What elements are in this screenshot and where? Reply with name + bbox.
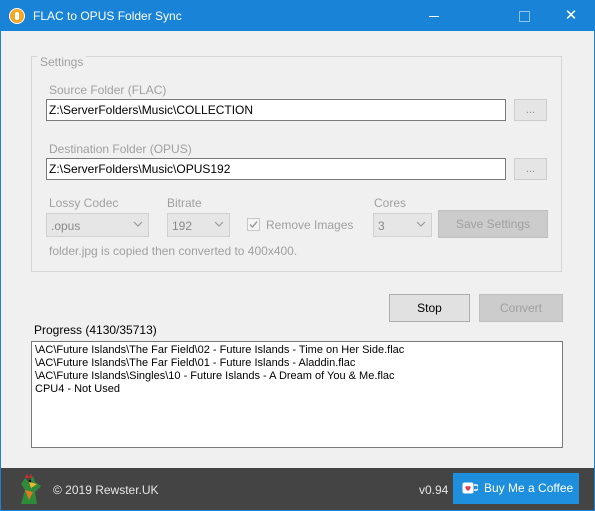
- source-browse-button[interactable]: ...: [514, 99, 547, 121]
- checkmark-icon: [249, 221, 258, 229]
- minimize-icon: [429, 16, 439, 17]
- log-line: \AC\Future Islands\The Far Field\02 - Fu…: [35, 344, 405, 356]
- version-text: v0.94: [419, 483, 449, 497]
- stop-button[interactable]: Stop: [389, 294, 470, 322]
- bitrate-select[interactable]: 192: [167, 213, 230, 237]
- coffee-cup-icon: [462, 482, 478, 494]
- folder-image-note: folder.jpg is copied then converted to 4…: [49, 244, 298, 258]
- source-folder-input[interactable]: Z:\ServerFolders\Music\COLLECTION: [46, 99, 506, 121]
- rooster-logo-icon: [21, 473, 41, 504]
- title-bar[interactable]: FLAC to OPUS Folder Sync ✕: [1, 1, 594, 31]
- close-icon: ✕: [564, 7, 578, 24]
- copyright-text: © 2019 Rewster.UK: [53, 483, 159, 497]
- chevron-down-icon: [133, 221, 143, 227]
- log-line: \AC\Future Islands\Singles\10 - Future I…: [35, 370, 395, 382]
- cores-select[interactable]: 3: [373, 213, 432, 237]
- chevron-down-icon: [416, 221, 426, 227]
- save-settings-button[interactable]: Save Settings: [438, 210, 548, 238]
- settings-legend: Settings: [37, 55, 87, 69]
- source-folder-label: Source Folder (FLAC): [49, 83, 167, 97]
- maximize-icon: [519, 11, 530, 22]
- progress-label: Progress (4130/35713): [34, 323, 157, 337]
- remove-images-label: Remove Images: [266, 218, 354, 232]
- minimize-button[interactable]: [411, 1, 457, 31]
- lossy-codec-value: .opus: [51, 219, 81, 233]
- window-title: FLAC to OPUS Folder Sync: [33, 9, 182, 23]
- bitrate-label: Bitrate: [167, 196, 202, 210]
- convert-button[interactable]: Convert: [479, 294, 563, 322]
- cores-value: 3: [378, 219, 385, 233]
- lossy-codec-select[interactable]: .opus: [46, 213, 149, 237]
- chevron-down-icon: [214, 221, 224, 227]
- footer-bar: © 2019 Rewster.UK v0.94 Buy Me a Coffee: [1, 468, 594, 510]
- destination-browse-button[interactable]: ...: [514, 158, 547, 180]
- maximize-button: [501, 1, 547, 31]
- app-window: FLAC to OPUS Folder Sync ✕ Settings Sour…: [0, 0, 595, 511]
- destination-folder-label: Destination Folder (OPUS): [49, 142, 192, 156]
- coffee-button-label: Buy Me a Coffee: [484, 481, 574, 495]
- buy-me-a-coffee-button[interactable]: Buy Me a Coffee: [453, 473, 579, 504]
- log-line: \AC\Future Islands\The Far Field\01 - Fu…: [35, 357, 356, 369]
- close-button[interactable]: ✕: [548, 1, 594, 31]
- progress-log[interactable]: \AC\Future Islands\The Far Field\02 - Fu…: [31, 341, 563, 448]
- cores-label: Cores: [374, 196, 407, 210]
- bitrate-value: 192: [172, 219, 193, 233]
- remove-images-checkbox[interactable]: [247, 218, 260, 231]
- log-line: CPU4 - Not Used: [35, 383, 120, 395]
- lossy-codec-label: Lossy Codec: [49, 196, 119, 210]
- app-icon: [9, 8, 25, 24]
- destination-folder-input[interactable]: Z:\ServerFolders\Music\OPUS192: [46, 158, 506, 180]
